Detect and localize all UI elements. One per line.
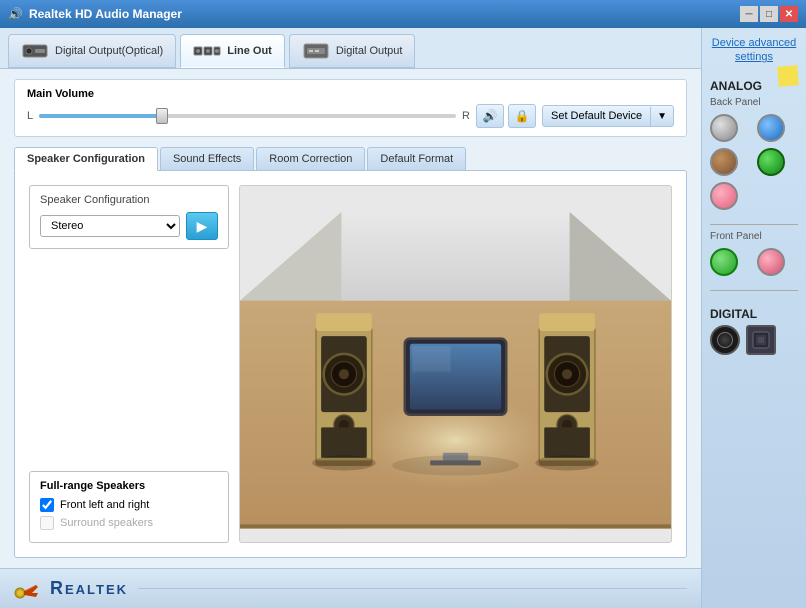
volume-right-label: R	[462, 110, 470, 122]
main-container: Digital Output(Optical) Line Out	[0, 28, 806, 608]
digital-optical-jack[interactable]	[710, 325, 740, 355]
speaker-config-select[interactable]: Stereo Quadraphonic 5.1 Speaker 7.1 Spea…	[40, 215, 180, 237]
volume-icons: 🔊 🔒	[476, 104, 536, 128]
set-default-arrow: ▼	[650, 107, 673, 126]
volume-row: L R 🔊 🔒 Set Default Device ▼	[27, 104, 674, 128]
panel-divider	[710, 224, 798, 225]
app-title: Realtek HD Audio Manager	[29, 7, 182, 21]
set-default-button[interactable]: Set Default Device ▼	[542, 105, 674, 127]
digital-icons	[710, 325, 798, 355]
surround-checkbox[interactable]	[40, 516, 54, 530]
jack-back-2[interactable]	[757, 114, 785, 142]
jack-front-1[interactable]	[710, 248, 738, 276]
device-advanced-link[interactable]: Device advanced settings	[710, 36, 798, 65]
optical-inner	[717, 332, 733, 348]
lock-button[interactable]: 🔒	[508, 104, 536, 128]
tab-line-out[interactable]: Line Out	[180, 34, 285, 68]
jack-back-5[interactable]	[710, 182, 738, 210]
right-panel: Device advanced settings ANALOG Back Pan…	[701, 28, 806, 608]
titlebar: 🔊 Realtek HD Audio Manager ─ □ ✕	[0, 0, 806, 28]
speaker-visualization	[239, 185, 672, 543]
volume-slider[interactable]	[39, 114, 456, 118]
footer: Realtek	[0, 568, 701, 608]
sub-tab-speaker-config[interactable]: Speaker Configuration	[14, 147, 158, 171]
volume-thumb[interactable]	[156, 108, 168, 124]
volume-label: Main Volume	[27, 88, 674, 100]
set-default-label: Set Default Device	[543, 106, 650, 126]
titlebar-left: 🔊 Realtek HD Audio Manager	[8, 7, 182, 21]
mute-button[interactable]: 🔊	[476, 104, 504, 128]
realtek-logo: Realtek	[14, 577, 128, 601]
app-icon: 🔊	[8, 7, 23, 21]
front-lr-checkbox[interactable]	[40, 498, 54, 512]
back-panel-label: Back Panel	[710, 97, 798, 108]
config-left: Speaker Configuration Stereo Quadraphoni…	[29, 185, 229, 543]
volume-left-label: L	[27, 110, 33, 122]
sub-tab-room-correction[interactable]: Room Correction	[256, 147, 365, 171]
front-panel-label: Front Panel	[710, 231, 798, 242]
tab-digital-optical-label: Digital Output(Optical)	[55, 45, 163, 57]
device-tabs: Digital Output(Optical) Line Out	[0, 28, 701, 69]
tab-line-out-label: Line Out	[227, 45, 272, 57]
fullrange-label: Full-range Speakers	[40, 480, 218, 492]
volume-section: Main Volume L R 🔊 🔒 Set Default Device ▼	[14, 79, 687, 137]
postit-icon	[777, 65, 799, 87]
front-lr-label: Front left and right	[60, 499, 149, 511]
realtek-icon	[14, 577, 42, 601]
surround-label: Surround speakers	[60, 517, 153, 529]
left-panel: Digital Output(Optical) Line Out	[0, 28, 701, 608]
speaker-config-group: Speaker Configuration Stereo Quadraphoni…	[29, 185, 229, 249]
speaker-config-label: Speaker Configuration	[40, 194, 218, 206]
digital-coax-jack[interactable]	[746, 325, 776, 355]
tab-digital-output[interactable]: Digital Output	[289, 34, 416, 68]
close-button[interactable]: ✕	[780, 6, 798, 22]
tab-digital-output-label: Digital Output	[336, 45, 403, 57]
maximize-button[interactable]: □	[760, 6, 778, 22]
content-area: Main Volume L R 🔊 🔒 Set Default Device ▼	[0, 69, 701, 568]
back-panel-jacks	[710, 114, 798, 210]
play-icon: ▶	[197, 218, 208, 235]
digital-label: DIGITAL	[710, 307, 798, 321]
jack-back-1[interactable]	[710, 114, 738, 142]
titlebar-controls: ─ □ ✕	[740, 6, 798, 22]
digital-section: DIGITAL	[710, 301, 798, 355]
tab-content: Speaker Configuration Stereo Quadraphoni…	[14, 170, 687, 558]
play-button[interactable]: ▶	[186, 212, 218, 240]
sub-tabs: Speaker Configuration Sound Effects Room…	[14, 147, 687, 171]
line-out-icon	[193, 41, 221, 61]
digital-divider	[710, 290, 798, 291]
tab-digital-optical[interactable]: Digital Output(Optical)	[8, 34, 176, 68]
front-lr-row: Front left and right	[40, 498, 218, 512]
realtek-text: Realtek	[50, 578, 128, 599]
sub-tab-sound-effects[interactable]: Sound Effects	[160, 147, 254, 171]
jack-front-2[interactable]	[757, 248, 785, 276]
minimize-button[interactable]: ─	[740, 6, 758, 22]
fullrange-speakers-group: Full-range Speakers Front left and right…	[29, 471, 229, 543]
jack-back-3[interactable]	[710, 148, 738, 176]
footer-line	[138, 588, 687, 589]
surround-row: Surround speakers	[40, 516, 218, 530]
config-select-row: Stereo Quadraphonic 5.1 Speaker 7.1 Spea…	[40, 212, 218, 240]
sub-tab-default-format[interactable]: Default Format	[367, 147, 466, 171]
front-panel-jacks	[710, 248, 798, 276]
digital-optical-icon	[21, 41, 49, 61]
jack-back-4[interactable]	[757, 148, 785, 176]
digital-output-icon	[302, 41, 330, 61]
